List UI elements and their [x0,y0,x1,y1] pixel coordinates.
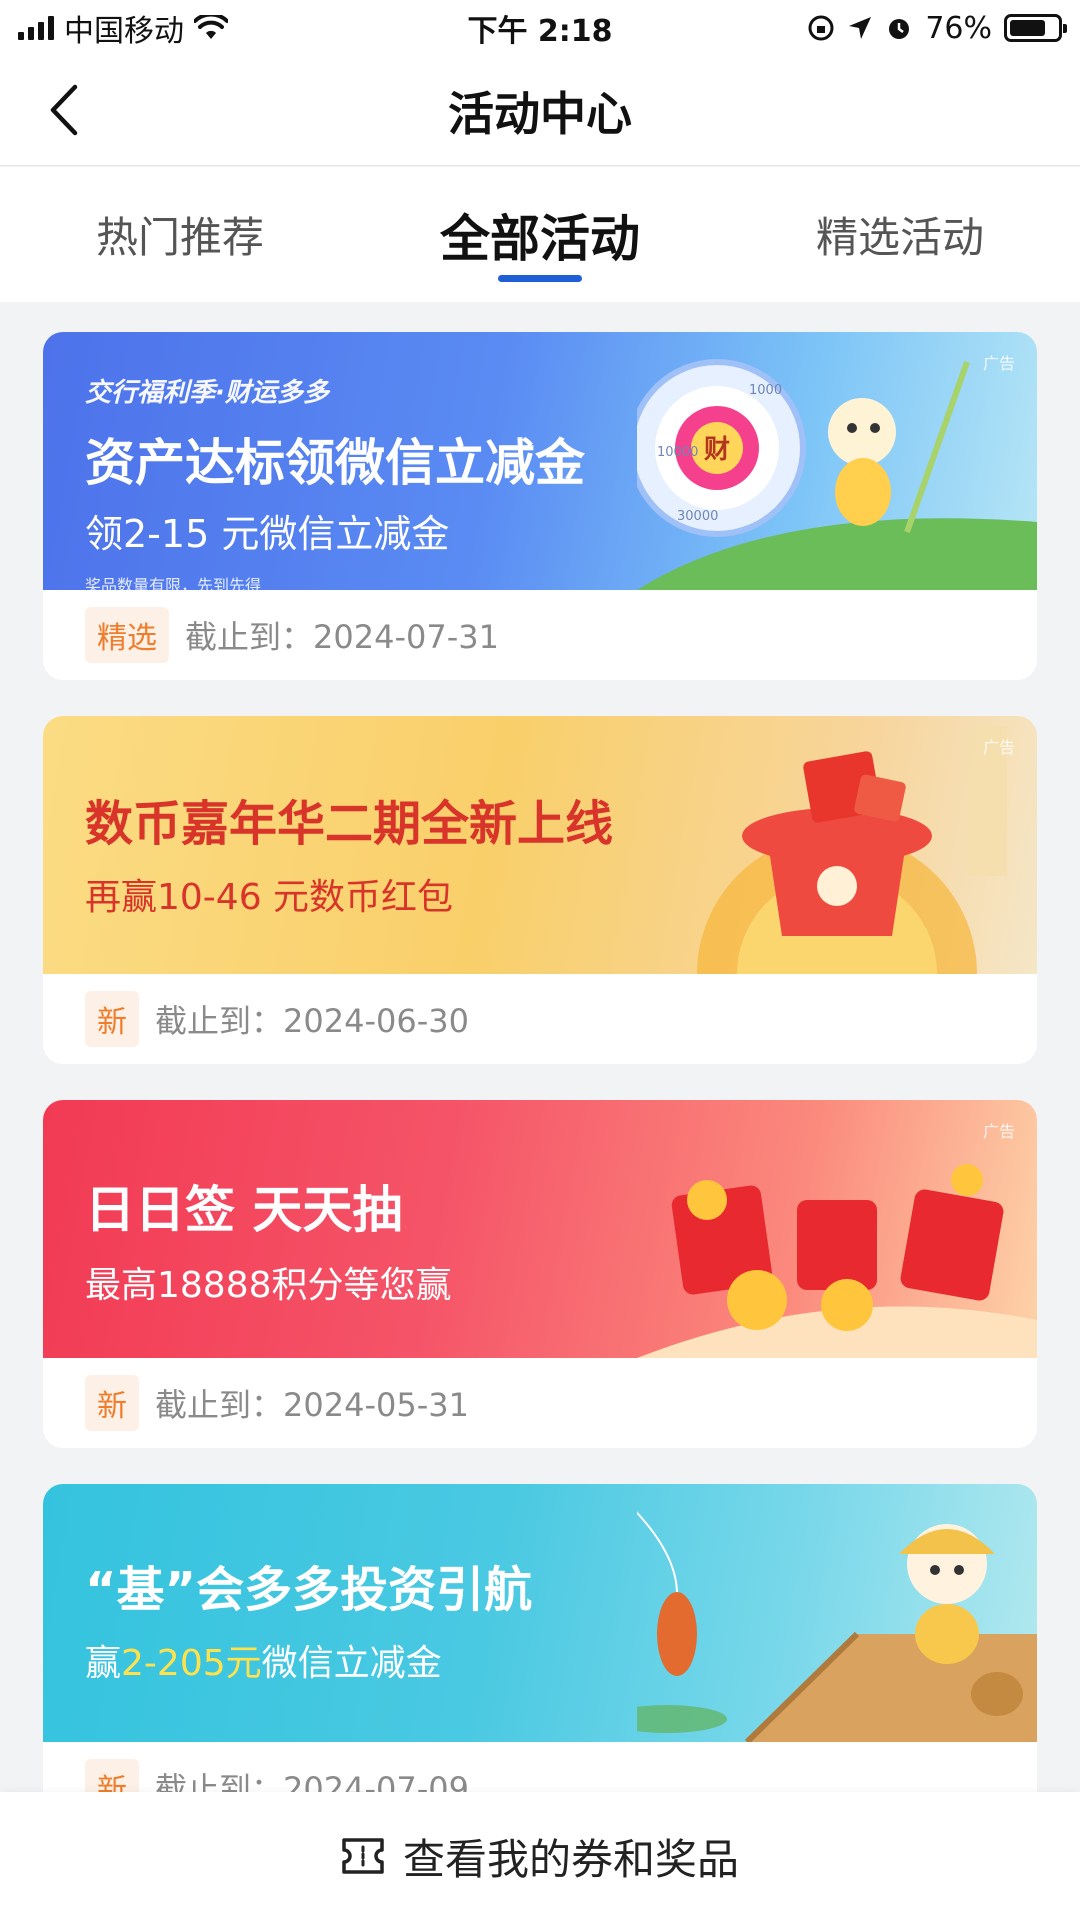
activity-card[interactable]: “基”会多多投资引航 赢2-205元微信立减金 新 截止到：2024-07-09 [43,1484,1037,1792]
deadline-label: 截止到：2024-06-30 [155,996,469,1042]
activity-banner[interactable]: “基”会多多投资引航 赢2-205元微信立减金 [43,1484,1037,1742]
card-footer: 新 截止到：2024-06-30 [43,974,1037,1064]
carrier-label: 中国移动 [64,14,184,49]
battery-percent: 76% [925,10,992,46]
ad-tag: 广告 [982,1122,1015,1141]
target-center-label: 财 [704,435,730,465]
target-label: 10000 [657,445,698,460]
deadline-prefix: 截止到： [155,1770,284,1792]
tab-active-indicator [498,275,582,282]
status-right: 76% [682,10,1067,46]
status-badge: 新 [85,991,139,1047]
banner-kicker: 交行福利季·财运多多 [85,378,329,408]
location-icon [849,17,872,39]
target-wheel-illustration: 财 1000 10000 30000 [637,359,1037,590]
alarm-icon [889,19,910,39]
banner-subline: 再赢10-46 元数币红包 [85,877,454,918]
status-badge: 精选 [85,607,169,663]
chevron-left-icon [50,84,78,136]
deadline-label: 截止到：2024-05-31 [155,1380,469,1426]
card-footer: 新 截止到：2024-07-09 [43,1742,1037,1792]
back-button[interactable] [34,80,94,140]
activity-card[interactable]: 广告 数币嘉年华二期全新上线 再赢10-46 元数币红包 新 截止到：2024-… [43,716,1037,1064]
status-badge: 新 [85,1759,139,1792]
deadline-prefix: 截止到： [185,618,314,656]
fishing-dock-illustration [637,1511,1037,1742]
target-label: 30000 [677,509,718,524]
activity-list[interactable]: 财 1000 10000 30000 广告 交行福利季·财运多多 资产达标领微信… [0,302,1080,1792]
deadline-prefix: 截止到： [155,1002,284,1040]
my-coupons-button[interactable]: 查看我的券和奖品 [0,1792,1080,1920]
status-time: 下午 2:18 [467,14,613,49]
tab-hot-recommend[interactable]: 热门推荐 [0,167,360,302]
banner-text: 数币嘉年华二期全新上线 再赢10-46 元数币红包 [85,716,613,920]
deadline-date: 2024-05-31 [283,1386,469,1424]
wifi-icon [194,15,228,39]
subline-prefix: 赢 [85,1643,122,1684]
banner-headline: “基”会多多投资引航 [85,1562,533,1618]
tab-bar: 热门推荐 全部活动 精选活动 [0,167,1080,302]
tab-featured-activities[interactable]: 精选活动 [720,167,1080,302]
status-bar: 中国移动 下午 2:18 76% [0,0,1080,56]
subline-suffix: 微信立减金 [261,1643,442,1684]
target-label: 1000 [749,383,782,398]
deadline-date: 2024-06-30 [283,1002,469,1040]
banner-headline: 日日签 天天抽 [85,1181,403,1239]
card-footer: 精选 截止到：2024-07-31 [43,590,1037,680]
banner-text: 日日签 天天抽 最高18888积分等您赢 [85,1100,452,1308]
activity-banner[interactable]: 财 1000 10000 30000 广告 交行福利季·财运多多 资产达标领微信… [43,332,1037,590]
orientation-lock-icon [808,15,834,41]
red-envelope-hat-illustration [697,726,1007,974]
banner-headline: 数币嘉年华二期全新上线 [85,796,614,852]
banner-subline: 赢2-205元微信立减金 [85,1634,532,1686]
red-envelopes-coins-illustration [637,1164,1037,1358]
activity-card[interactable]: 广告 日日签 天天抽 最高18888积分等您赢 新 截止到：2024-05-31 [43,1100,1037,1448]
banner-subline: 最高18888积分等您赢 [85,1265,452,1306]
deadline-date: 2024-07-31 [313,618,499,656]
card-footer: 新 截止到：2024-05-31 [43,1358,1037,1448]
signal-icon [18,16,54,40]
banner-text: “基”会多多投资引航 赢2-205元微信立减金 [85,1484,532,1686]
tab-label: 全部活动 [440,209,640,268]
banner-note: 奖品数量有限，先到先得 [85,576,262,590]
battery-icon [1004,14,1067,42]
ticket-icon [342,1838,384,1874]
battery-fill [1010,20,1045,36]
activity-banner[interactable]: 广告 数币嘉年华二期全新上线 再赢10-46 元数币红包 [43,716,1037,974]
activity-banner[interactable]: 广告 日日签 天天抽 最高18888积分等您赢 [43,1100,1037,1358]
deadline-prefix: 截止到： [155,1386,284,1424]
tab-label: 精选活动 [815,213,984,262]
banner-subline: 领2-15 元微信立减金 [85,512,450,556]
banner-text: 交行福利季·财运多多 资产达标领微信立减金 领2-15 元微信立减金 奖品数量有… [85,332,585,590]
status-badge: 新 [85,1375,139,1431]
subline-highlight: 2-205元 [121,1643,262,1684]
status-left: 中国移动 [18,6,398,50]
ad-tag: 广告 [982,354,1015,373]
deadline-date: 2024-07-09 [283,1770,469,1792]
deadline-label: 截止到：2024-07-09 [155,1764,469,1792]
ad-tag: 广告 [982,738,1015,757]
my-coupons-label: 查看我的券和奖品 [402,1834,739,1884]
deadline-label: 截止到：2024-07-31 [185,612,499,658]
banner-headline: 资产达标领微信立减金 [85,434,585,492]
activity-card[interactable]: 财 1000 10000 30000 广告 交行福利季·财运多多 资产达标领微信… [43,332,1037,680]
tab-label: 热门推荐 [95,213,264,262]
page-title: 活动中心 [448,86,632,141]
nav-bar: 活动中心 [0,56,1080,166]
tab-all-activities[interactable]: 全部活动 [360,167,720,302]
